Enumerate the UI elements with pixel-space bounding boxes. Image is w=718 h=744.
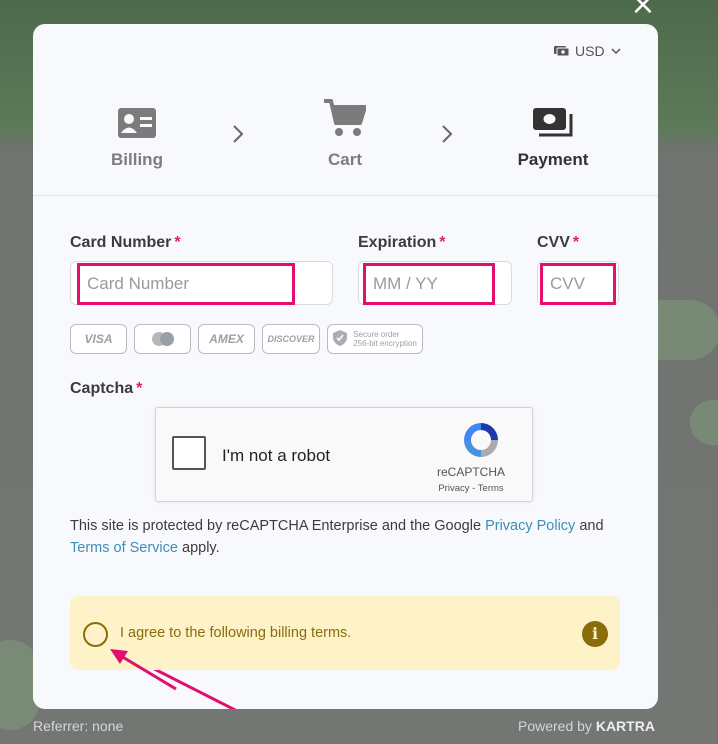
powered-by[interactable]: Powered by KARTRA [518, 718, 655, 734]
chevron-right-icon [231, 124, 245, 150]
recaptcha-terms-link[interactable]: Terms [478, 483, 504, 494]
shield-icon [333, 329, 348, 349]
privacy-policy-link[interactable]: Privacy Policy [485, 518, 575, 534]
expiration-field [358, 261, 512, 305]
step-label: Payment [517, 150, 589, 169]
brand-label: VISA [84, 332, 113, 346]
chevron-down-icon [611, 47, 621, 55]
money-icon [554, 45, 569, 57]
notice-text: and [575, 518, 604, 534]
card-number-field [70, 261, 333, 305]
recaptcha-brand: reCAPTCHA [436, 465, 505, 479]
required-marker: * [439, 234, 446, 251]
card-number-label-text: Card Number [70, 234, 172, 251]
secure-line1: Secure order [353, 330, 400, 339]
cvv-field [537, 261, 619, 305]
card-number-input[interactable] [77, 263, 295, 305]
annotation-arrow-icon [110, 649, 177, 691]
notice-text: This site is protected by reCAPTCHA Ente… [70, 518, 486, 534]
recaptcha-logo-icon [461, 420, 501, 465]
amex-icon: AMEX [198, 324, 255, 354]
required-marker: * [174, 234, 181, 251]
step-billing: Billing [82, 96, 192, 170]
recaptcha-text: I'm not a robot [222, 446, 331, 465]
cvv-input[interactable] [540, 263, 616, 305]
separator: - [469, 483, 478, 494]
notice-text: apply. [177, 540, 220, 556]
chevron-right-icon [440, 124, 454, 150]
checkout-modal: USD Billing Cart Payment Card Number * C… [33, 24, 658, 709]
brand-label: AMEX [209, 332, 244, 346]
secure-line2: 256-bit encryption [353, 339, 417, 348]
cvv-label: CVV * [537, 234, 579, 252]
close-icon[interactable]: × [628, 0, 658, 20]
step-label: Cart [327, 150, 362, 169]
divider [33, 195, 658, 196]
powered-prefix: Powered by [518, 718, 596, 734]
captcha-label: Captcha * [70, 380, 142, 398]
billing-terms-text[interactable]: I agree to the following billing terms. [120, 625, 351, 641]
terms-of-service-link[interactable]: Terms of Service [70, 540, 178, 556]
currency-selector[interactable]: USD [554, 42, 621, 60]
kartra-brand: KARTRA [595, 718, 655, 734]
recaptcha-checkbox[interactable] [172, 436, 206, 470]
recaptcha-links: Privacy - Terms [416, 483, 526, 494]
cart-icon [324, 96, 366, 138]
currency-label: USD [575, 43, 605, 59]
money-icon [533, 96, 573, 138]
required-marker: * [572, 234, 580, 251]
recaptcha-notice: This site is protected by reCAPTCHA Ente… [70, 515, 630, 559]
expiration-label: Expiration * [358, 234, 445, 252]
expiration-label-text: Expiration [358, 234, 437, 251]
mastercard-icon [134, 324, 191, 354]
captcha-label-text: Captcha [70, 380, 134, 397]
id-card-icon [118, 96, 156, 138]
step-cart: Cart [290, 96, 400, 170]
required-marker: * [136, 380, 143, 397]
cvv-label-text: CVV [537, 234, 570, 251]
expiration-input[interactable] [363, 263, 495, 305]
referrer-text: Referrer: none [33, 718, 124, 734]
step-label: Billing [111, 150, 163, 169]
visa-icon: VISA [70, 324, 127, 354]
checkout-steps: Billing Cart Payment [33, 96, 658, 196]
info-icon[interactable]: i [582, 621, 608, 647]
recaptcha-widget: I'm not a robot reCAPTCHA Privacy - Term… [155, 407, 533, 502]
step-payment: Payment [498, 96, 608, 170]
discover-icon: DISCOVER [262, 324, 320, 354]
secure-order-badge: Secure order 256-bit encryption [327, 324, 423, 354]
card-brands: VISA AMEX DISCOVER Secure order 256-bit e… [70, 324, 423, 354]
card-number-label: Card Number * [70, 234, 181, 252]
brand-label: DISCOVER [267, 334, 315, 344]
backdrop-shape [690, 400, 718, 445]
recaptcha-privacy-link[interactable]: Privacy [438, 483, 469, 494]
